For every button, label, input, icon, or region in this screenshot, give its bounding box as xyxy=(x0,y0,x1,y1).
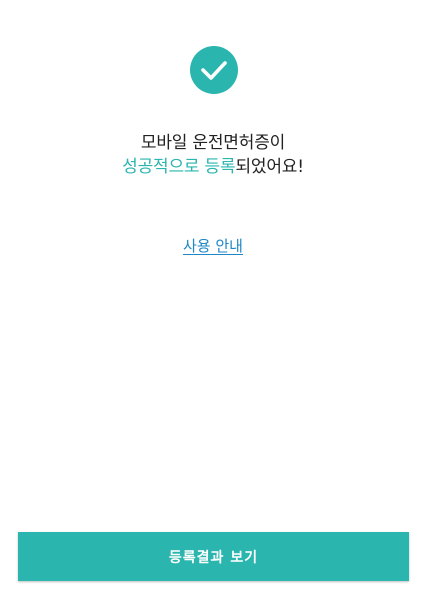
usage-guide-link[interactable]: 사용 안내 xyxy=(0,235,426,256)
success-check-icon xyxy=(190,46,238,94)
view-registration-result-button[interactable]: 등록결과 보기 xyxy=(18,532,409,581)
checkmark-icon xyxy=(201,61,227,80)
success-message-highlight: 성공적으로 등록 xyxy=(122,157,236,177)
success-message-suffix: 되었어요! xyxy=(235,157,304,177)
success-message-line2: 성공적으로 등록되었어요! xyxy=(0,152,426,177)
success-message-line1: 모바일 운전면허증이 xyxy=(140,133,286,153)
